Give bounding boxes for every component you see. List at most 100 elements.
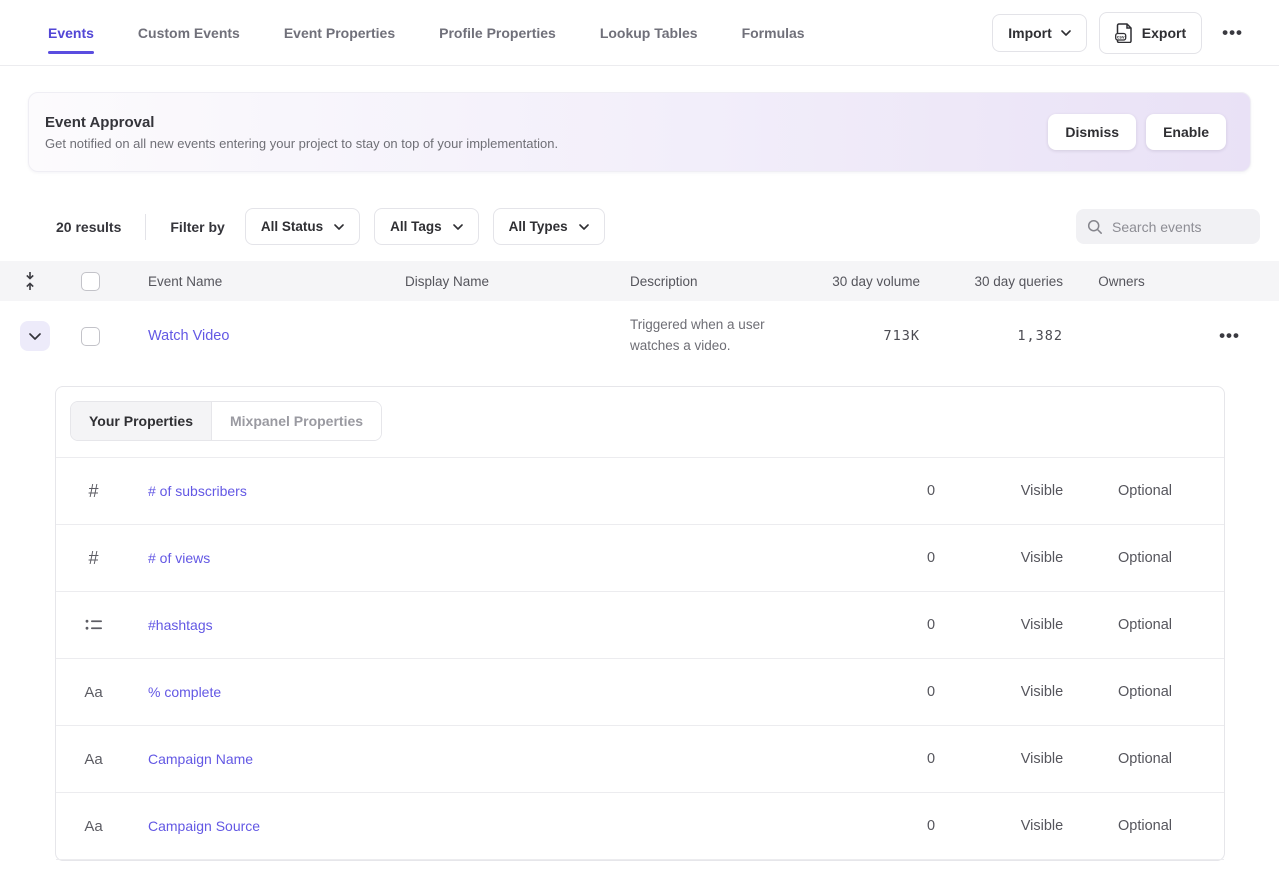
properties-tab-mixpanel-properties[interactable]: Mixpanel Properties xyxy=(212,402,381,440)
property-name-link[interactable]: # of views xyxy=(131,550,876,566)
chevron-down-icon xyxy=(1061,30,1071,36)
banner-title: Event Approval xyxy=(45,114,558,131)
nav-tab-event-properties[interactable]: Event Properties xyxy=(284,0,395,65)
collapse-row-chevron-button[interactable] xyxy=(20,321,50,351)
nav-tab-lookup-tables[interactable]: Lookup Tables xyxy=(600,0,698,65)
svg-text:csv: csv xyxy=(1117,34,1125,39)
property-requirement: Optional xyxy=(1098,684,1192,700)
event-description: Triggered when a user watches a video. xyxy=(630,315,810,357)
more-options-button[interactable]: ••• xyxy=(1214,17,1251,49)
text-type-icon: Aa xyxy=(56,684,131,701)
nav-tab-events[interactable]: Events xyxy=(48,0,94,65)
divider xyxy=(145,214,146,240)
event-name-link[interactable]: Watch Video xyxy=(125,328,405,344)
csv-file-icon: csv xyxy=(1115,23,1133,43)
properties-tab-your-properties[interactable]: Your Properties xyxy=(71,402,212,440)
table-header: Event Name Display Name Description 30 d… xyxy=(0,261,1279,301)
property-row: Aa% complete0VisibleOptional xyxy=(56,659,1224,726)
property-name-link[interactable]: % complete xyxy=(131,684,876,700)
property-queries: 0 xyxy=(876,818,986,834)
row-more-options-button[interactable]: ••• xyxy=(1180,326,1279,346)
nav-tab-profile-properties[interactable]: Profile Properties xyxy=(439,0,556,65)
property-name-link[interactable]: Campaign Source xyxy=(131,818,876,834)
property-visibility: Visible xyxy=(986,818,1098,834)
property-queries: 0 xyxy=(876,751,986,767)
filter-dropdown-all-types[interactable]: All Types xyxy=(493,208,605,245)
col-owners: Owners xyxy=(1063,274,1180,289)
collapse-all-button[interactable] xyxy=(14,265,46,297)
property-queries: 0 xyxy=(876,483,986,499)
nav-tabs: Events Custom Events Event Properties Profi… xyxy=(48,0,805,65)
nav-tab-formulas[interactable]: Formulas xyxy=(742,0,805,65)
filter-by-label: Filter by xyxy=(170,219,224,235)
list-type-icon xyxy=(56,618,131,632)
property-requirement: Optional xyxy=(1098,550,1192,566)
filter-dropdowns: All Status All Tags All Types xyxy=(245,208,605,245)
properties-tabbar: Your PropertiesMixpanel Properties xyxy=(56,387,1224,458)
col-description: Description xyxy=(630,274,810,289)
property-queries: 0 xyxy=(876,684,986,700)
chevron-down-icon xyxy=(453,224,463,230)
dropdown-label: All Types xyxy=(509,219,568,234)
property-visibility: Visible xyxy=(986,550,1098,566)
property-requirement: Optional xyxy=(1098,483,1192,499)
topnav-actions: Import csv Export ••• xyxy=(992,12,1251,54)
enable-button[interactable]: Enable xyxy=(1146,114,1226,150)
property-row: ## of subscribers0VisibleOptional xyxy=(56,458,1224,525)
property-visibility: Visible xyxy=(986,617,1098,633)
properties-tab-group: Your PropertiesMixpanel Properties xyxy=(70,401,382,441)
row-checkbox[interactable] xyxy=(81,327,100,346)
property-name-link[interactable]: Campaign Name xyxy=(131,751,876,767)
property-requirement: Optional xyxy=(1098,751,1192,767)
property-requirement: Optional xyxy=(1098,818,1192,834)
import-button[interactable]: Import xyxy=(992,14,1087,52)
properties-list: ## of subscribers0VisibleOptional## of v… xyxy=(56,458,1224,860)
chevron-down-icon xyxy=(579,224,589,230)
property-queries: 0 xyxy=(876,550,986,566)
dismiss-button[interactable]: Dismiss xyxy=(1048,114,1136,150)
banner-text: Event Approval Get notified on all new e… xyxy=(45,114,558,151)
property-row: AaCampaign Name0VisibleOptional xyxy=(56,726,1224,793)
property-name-link[interactable]: #hashtags xyxy=(131,617,876,633)
top-navigation: Events Custom Events Event Properties Profi… xyxy=(0,0,1279,66)
export-label: Export xyxy=(1142,25,1186,41)
import-label: Import xyxy=(1008,25,1052,41)
search-input[interactable] xyxy=(1112,219,1249,235)
export-button[interactable]: csv Export xyxy=(1099,12,1202,54)
property-row: #hashtags0VisibleOptional xyxy=(56,592,1224,659)
event-approval-banner: Event Approval Get notified on all new e… xyxy=(28,92,1251,172)
property-row: ## of views0VisibleOptional xyxy=(56,525,1224,592)
dropdown-label: All Status xyxy=(261,219,323,234)
search-icon xyxy=(1087,219,1103,235)
property-queries: 0 xyxy=(876,617,986,633)
property-name-link[interactable]: # of subscribers xyxy=(131,483,876,499)
select-all-checkbox[interactable] xyxy=(81,272,100,291)
col-event-name: Event Name xyxy=(125,274,405,289)
dropdown-label: All Tags xyxy=(390,219,442,234)
property-visibility: Visible xyxy=(986,483,1098,499)
number-type-icon: # xyxy=(56,481,131,502)
number-type-icon: # xyxy=(56,548,131,569)
col-30-day-volume: 30 day volume xyxy=(810,274,920,289)
filter-row: 20 results Filter by All StatusAll TagsA… xyxy=(56,208,1260,245)
property-requirement: Optional xyxy=(1098,617,1192,633)
nav-tab-custom-events[interactable]: Custom Events xyxy=(138,0,240,65)
property-row: AaCampaign Source0VisibleOptional xyxy=(56,793,1224,860)
col-display-name: Display Name xyxy=(405,274,630,289)
event-volume: 713K xyxy=(810,328,920,344)
chevron-down-icon xyxy=(334,224,344,230)
results-count: 20 results xyxy=(56,219,121,235)
filter-dropdown-all-status[interactable]: All Status xyxy=(245,208,360,245)
property-visibility: Visible xyxy=(986,751,1098,767)
event-queries: 1,382 xyxy=(920,328,1063,344)
text-type-icon: Aa xyxy=(56,818,131,835)
event-table-row: Watch Video Triggered when a user watche… xyxy=(0,301,1279,371)
search-box xyxy=(1076,209,1260,244)
banner-description: Get notified on all new events entering … xyxy=(45,136,558,151)
filter-dropdown-all-tags[interactable]: All Tags xyxy=(374,208,479,245)
properties-panel: Your PropertiesMixpanel Properties ## of… xyxy=(55,386,1225,861)
col-30-day-queries: 30 day queries xyxy=(920,274,1063,289)
property-visibility: Visible xyxy=(986,684,1098,700)
text-type-icon: Aa xyxy=(56,751,131,768)
banner-actions: Dismiss Enable xyxy=(1048,114,1226,150)
